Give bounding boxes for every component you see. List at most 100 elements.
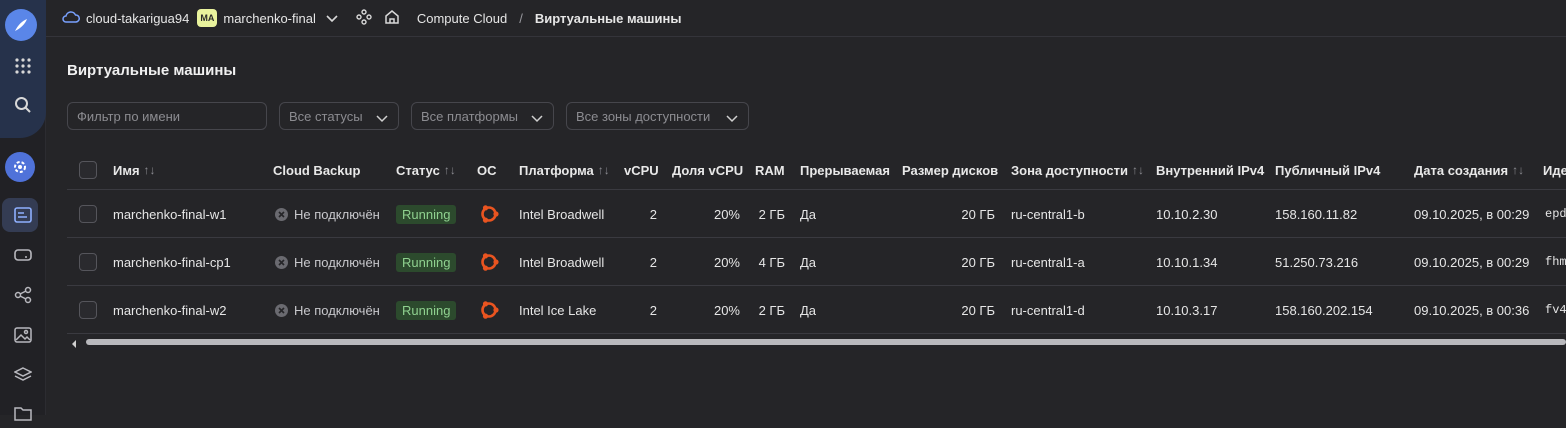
zone-value: ru-central1-b [1011,206,1085,222]
col-preempt: Прерываемая [800,162,890,178]
disk-value: 20 ГБ [961,302,995,318]
zone-value: ru-central1-a [1011,254,1085,270]
id-value: epd [1545,207,1566,221]
status-cell: Running [396,286,457,334]
status-filter-value: Все статусы [289,108,363,124]
sort-icon[interactable]: ↑↓ [444,163,456,177]
col-vcpu: vCPU [624,162,659,178]
vm-name-link[interactable]: marchenko-final-w1 [113,190,226,238]
created-value: 09.10.2025, в 00:36 [1414,302,1530,318]
chevron-down-icon [531,111,543,126]
status-cell: Running [396,190,457,238]
breadcrumb-service[interactable]: Compute Cloud [417,11,507,26]
services-grid-icon[interactable] [0,51,46,81]
row-checkbox[interactable] [79,253,97,271]
table-row[interactable]: marchenko-final-w1 Не подключён Running Int… [67,190,1566,238]
ram-value: 4 ГБ [758,254,785,270]
status-cell: Running [396,238,457,286]
layers-icon[interactable] [0,360,46,390]
backup-status: Не подключён [294,254,380,270]
ubuntu-icon [478,190,500,238]
status-filter-select[interactable]: Все статусы [279,102,399,130]
breadcrumb-separator: / [519,10,523,26]
created-value: 09.10.2025, в 00:29 [1414,254,1530,270]
vcpu-value: 2 [649,254,657,270]
zone-value: ru-central1-d [1011,302,1085,318]
yandex-cloud-logo-icon[interactable] [5,9,37,41]
created-value: 09.10.2025, в 00:29 [1414,206,1530,222]
vcpu-value: 2 [649,302,657,318]
table-row[interactable]: marchenko-final-cp1 Не подключён Running In… [67,238,1566,286]
disk-value: 20 ГБ [961,206,995,222]
col-name[interactable]: Имя ↑↓ [113,150,156,190]
sort-icon[interactable]: ↑↓ [598,163,610,177]
col-os: ОС [477,162,497,178]
col-ram: RAM [755,162,785,178]
internal-ip-value: 10.10.1.34 [1156,254,1218,270]
col-share: Доля vCPU [672,162,744,178]
breadcrumb-current: Виртуальные машины [534,10,682,26]
preempt-value: Да [800,254,817,270]
ubuntu-icon [478,238,500,286]
col-zone[interactable]: Зона доступности ↑↓ [1011,150,1144,190]
home-icon[interactable] [384,9,400,28]
backup-cell: Не подключён [275,238,380,286]
images-icon[interactable] [0,320,46,350]
disks-icon[interactable] [0,240,46,270]
hierarchy-icon[interactable] [356,8,372,28]
topbar: cloud-takarigua94 MA marchenko-final Com… [46,0,1566,37]
ubuntu-icon [478,286,500,334]
breadcrumb-folder[interactable]: marchenko-final [223,11,316,26]
table-row[interactable]: marchenko-final-w2 Не подключён Running Int… [67,286,1566,334]
id-value: fhm [1545,255,1566,269]
row-checkbox[interactable] [79,301,97,319]
sort-icon[interactable]: ↑↓ [1512,163,1524,177]
select-all-checkbox[interactable] [79,161,97,179]
horizontal-scrollbar[interactable] [86,339,1566,345]
search-icon[interactable] [0,90,46,120]
public-ip-value: 51.250.73.216 [1275,254,1359,270]
share-value: 20% [713,254,740,270]
folder-icon[interactable] [0,398,46,428]
page-title: Виртуальные машины [67,62,237,79]
sort-icon[interactable]: ↑↓ [1132,163,1144,177]
row-checkbox[interactable] [79,205,97,223]
platform-filter-value: Все платформы [421,108,518,124]
platform-value: Intel Ice Lake [519,302,597,318]
col-created[interactable]: Дата создания ↑↓ [1414,150,1524,190]
cloud-icon [62,10,80,26]
table-header: Имя ↑↓ Cloud Backup Статус ↑↓ ОС Платформа… [67,150,1566,190]
internal-ip-value: 10.10.2.30 [1156,206,1218,222]
vm-name-link[interactable]: marchenko-final-cp1 [113,238,231,286]
zone-filter-value: Все зоны доступности [576,108,711,124]
vm-name-link[interactable]: marchenko-final-w2 [113,286,226,334]
col-disk: Размер дисков [902,162,999,178]
scroll-left-arrow-icon[interactable] [70,336,78,354]
col-internal-ip: Внутренний IPv4 [1156,162,1265,178]
col-platform[interactable]: Платформа ↑↓ [519,150,610,190]
disk-value: 20 ГБ [961,254,995,270]
col-status[interactable]: Статус ↑↓ [396,150,456,190]
sort-icon[interactable]: ↑↓ [144,163,156,177]
backup-cell: Не подключён [275,286,380,334]
network-icon[interactable] [0,280,46,310]
name-filter-input[interactable]: Фильтр по имени [67,102,267,130]
ram-value: 2 ГБ [758,302,785,318]
public-ip-value: 158.160.202.154 [1275,302,1373,318]
chevron-down-icon[interactable] [326,11,338,26]
backup-status: Не подключён [294,206,380,222]
backup-status: Не подключён [294,302,380,318]
share-value: 20% [713,206,740,222]
platform-filter-select[interactable]: Все платформы [411,102,554,130]
preempt-value: Да [800,302,817,318]
sidebar [0,0,46,421]
zone-filter-select[interactable]: Все зоны доступности [566,102,749,130]
compute-cloud-icon[interactable] [5,152,35,182]
chevron-down-icon [726,111,738,126]
ram-value: 2 ГБ [758,206,785,222]
breadcrumb-cloud[interactable]: cloud-takarigua94 [86,11,189,26]
platform-value: Intel Broadwell [519,206,605,222]
folder-avatar: MA [197,9,218,27]
col-id: Иде [1543,162,1566,178]
virtual-machines-icon[interactable] [0,200,46,230]
